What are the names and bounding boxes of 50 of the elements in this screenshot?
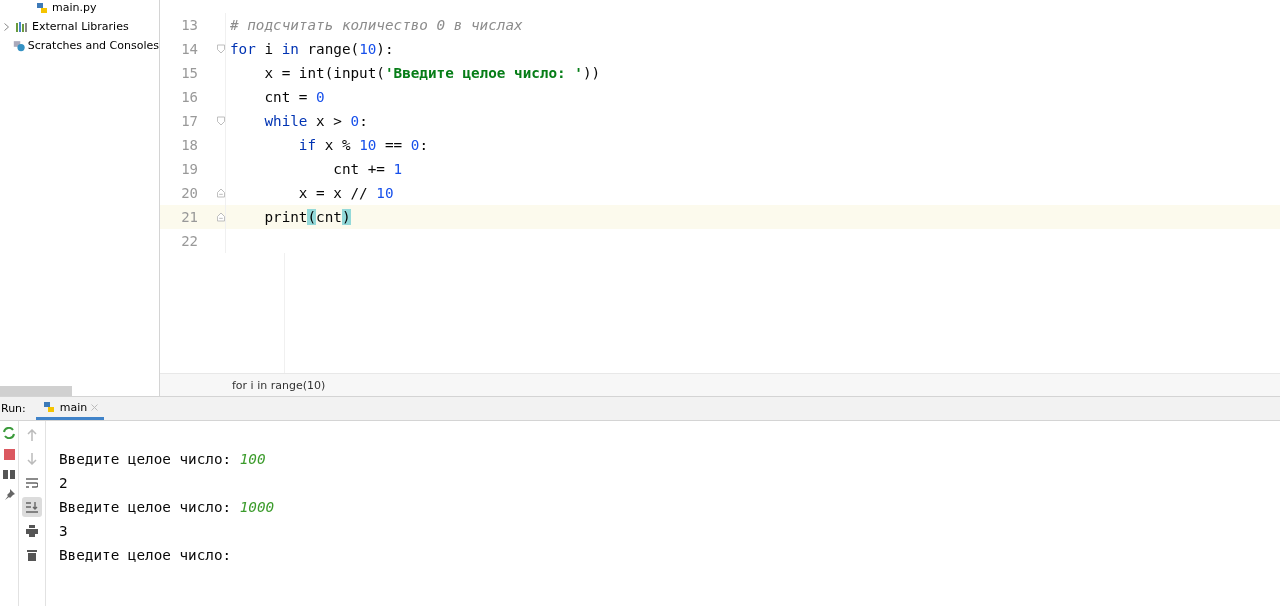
fold-marker-icon[interactable] (217, 44, 225, 54)
line-number: 17 (180, 113, 199, 129)
code-line: x = int(input('Введите целое число: ')) (263, 65, 601, 81)
console-line: Введите целое число: 1000 (59, 498, 275, 517)
scrollbar[interactable] (0, 386, 72, 396)
tree-item[interactable]: main.py (52, 1, 97, 14)
tree-item[interactable]: External Libraries (32, 20, 129, 33)
python-file-icon (35, 0, 49, 15)
scratch-icon (12, 38, 25, 53)
line-number: 20 (180, 185, 199, 201)
line-number: 21 (180, 209, 199, 225)
code-line: x = x // 10 (297, 185, 394, 201)
line-number: 14 (180, 41, 199, 57)
close-icon[interactable] (91, 403, 99, 411)
console-line: Введите целое число: 100 (59, 450, 267, 469)
fold-marker-icon[interactable] (217, 188, 225, 198)
line-number: 15 (180, 65, 199, 81)
code-line: cnt = 0 (263, 89, 325, 105)
run-tab[interactable]: main (35, 397, 105, 420)
code-line: # подсчитать количество 0 в числах (230, 17, 523, 33)
line-number: 16 (180, 89, 199, 105)
run-label: Run: (1, 402, 27, 415)
tree-item[interactable]: Scratches and Consoles (27, 39, 159, 52)
line-number: 22 (180, 233, 199, 249)
pin-icon[interactable] (3, 489, 15, 500)
up-arrow-icon[interactable] (27, 429, 37, 441)
soft-wrap-icon[interactable] (26, 477, 38, 489)
line-number: 19 (180, 161, 199, 177)
print-icon[interactable] (26, 525, 38, 537)
breadcrumb[interactable]: for i in range(10) (232, 378, 326, 392)
console-line: Введите целое число: (59, 546, 233, 565)
line-number: 13 (180, 17, 199, 33)
python-file-icon (41, 400, 56, 414)
rerun-icon[interactable] (3, 427, 15, 439)
code-line: for i in range(10): (230, 41, 394, 57)
code-line: print(cnt) (263, 209, 351, 225)
scroll-to-end-icon[interactable] (26, 501, 38, 513)
code-line: if x % 10 == 0: (297, 137, 428, 153)
library-icon (15, 20, 29, 33)
line-number: 18 (180, 137, 199, 153)
code-line: while x > 0: (263, 113, 368, 129)
code-line: cnt += 1 (332, 161, 403, 177)
console-line: 2 (59, 474, 69, 493)
down-arrow-icon[interactable] (27, 453, 37, 465)
trash-icon[interactable] (27, 549, 37, 561)
fold-marker-icon[interactable] (217, 116, 225, 126)
stop-icon[interactable] (3, 449, 15, 460)
layout-icon[interactable] (3, 470, 15, 479)
console-line: 3 (59, 522, 69, 541)
fold-marker-icon[interactable] (217, 212, 225, 222)
